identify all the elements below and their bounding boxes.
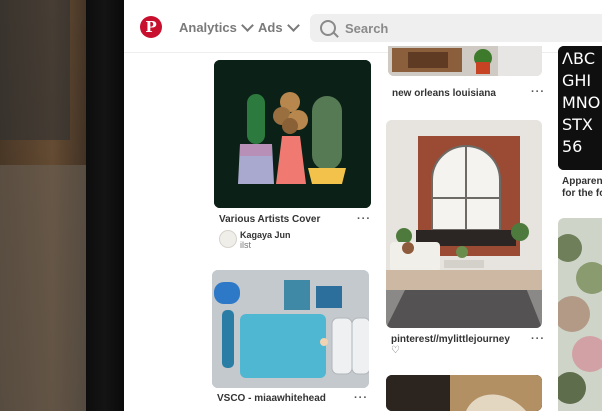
pin-author-name[interactable]: Kagaya Jun [240,230,291,240]
pin-action-icons[interactable]: ♡ [391,345,400,356]
nav-ads[interactable]: Ads [258,19,300,35]
pin-image-vsco[interactable] [212,270,369,388]
search-bar[interactable] [310,14,602,42]
background-shadow [0,165,88,411]
pin-title[interactable]: Apparen [562,176,602,187]
nav-analytics[interactable]: Analytics [179,19,254,35]
pin-menu-icon[interactable]: ··· [531,86,545,98]
svg-text:GHI: GHI [562,71,591,90]
svg-text:56: 56 [562,137,582,156]
pin-image-garden[interactable] [558,218,602,411]
chevron-down-icon [240,19,254,32]
pin-title[interactable]: Various Artists Cover [219,214,320,225]
search-input[interactable] [343,20,587,37]
pin-image-new-orleans[interactable] [388,46,542,76]
pin-title[interactable]: pinterest//mylittlejourney [391,334,510,345]
pin-menu-icon[interactable]: ··· [357,213,371,225]
pin-menu-icon[interactable]: ··· [354,392,368,404]
svg-text:ΛΒϹ: ΛΒϹ [562,49,595,68]
pin-image-interior[interactable] [386,120,542,328]
pinterest-logo-icon[interactable]: P [140,16,162,38]
pin-image-partial[interactable] [386,375,542,411]
browser-screen: P Analytics Ads new orleans louisiana ··… [124,0,602,411]
background-photo [0,0,96,411]
svg-text:STX: STX [562,115,593,134]
pin-title[interactable]: new orleans louisiana [392,88,496,99]
chevron-down-icon [286,19,300,32]
svg-text:MNO: MNO [562,93,600,112]
author-avatar[interactable] [219,230,237,248]
pin-title[interactable]: for the fo [562,188,602,199]
laptop-bezel [86,0,124,411]
pin-image-cactus-art[interactable] [214,60,371,208]
search-icon [320,20,336,36]
nav-analytics-label: Analytics [179,20,237,35]
pin-author-subtitle: ilst [240,240,251,250]
nav-ads-label: Ads [258,20,283,35]
background-shadow [0,0,70,140]
pin-title[interactable]: VSCO - miaawhitehead [217,393,326,404]
pin-menu-icon[interactable]: ··· [531,333,545,345]
pin-image-typography[interactable]: ΛΒϹ GHI MNO STX 56 [558,46,602,170]
